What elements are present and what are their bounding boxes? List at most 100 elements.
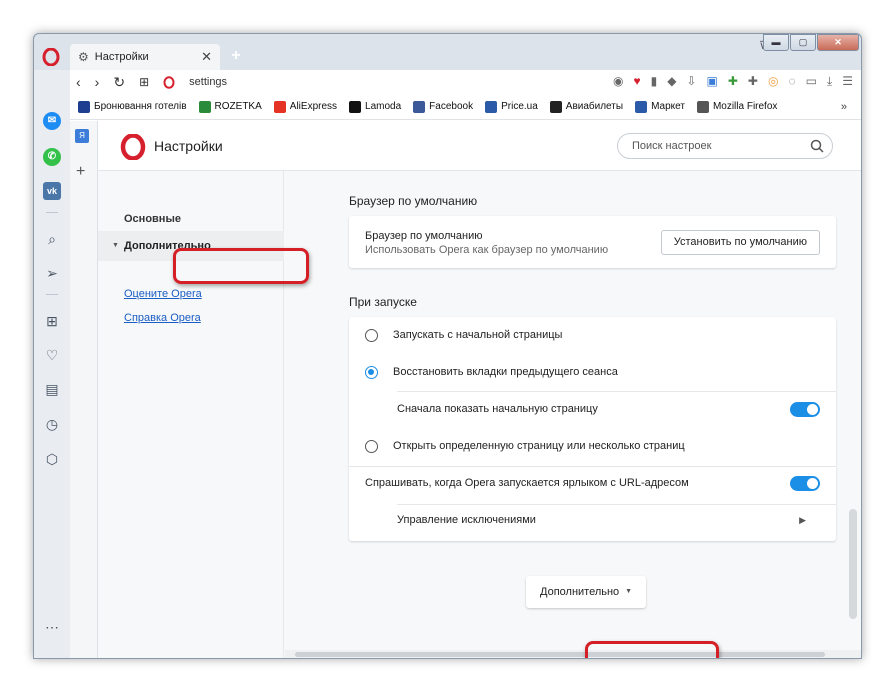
radio-home[interactable] bbox=[365, 329, 378, 342]
opera-sidebar: ✉ ✆ vk ⌕ ➢ ⊞ ♡ ▤ ◷ ⬡ ⋯ bbox=[34, 70, 70, 658]
maximize-button[interactable]: ▢ bbox=[790, 34, 816, 51]
settings-nav: Основные ▼ Дополнительно Оцените Opera С… bbox=[98, 171, 284, 658]
bookmarks-more-icon[interactable]: » bbox=[841, 101, 847, 113]
url-input[interactable]: settings bbox=[189, 76, 227, 88]
heart-icon[interactable]: ♡ bbox=[43, 346, 61, 364]
bookmark-item[interactable]: Mozilla Firefox bbox=[696, 100, 778, 113]
lamoda-icon bbox=[349, 100, 362, 113]
cart-icon bbox=[635, 100, 648, 113]
puzzle-gray-icon[interactable]: ✚ bbox=[748, 74, 758, 89]
new-tab-button[interactable]: + bbox=[228, 48, 244, 64]
scroll-thumb[interactable] bbox=[295, 652, 825, 657]
ask-shortcut-label: Спрашивать, когда Opera запускается ярлы… bbox=[365, 477, 689, 489]
startup-card: Запускать с начальной страницы Восстанов… bbox=[349, 317, 836, 541]
manage-exceptions-row[interactable]: Управление исключениями ▶ bbox=[349, 502, 836, 539]
vpn-icon[interactable]: ◎ bbox=[768, 74, 778, 89]
radio-specific[interactable] bbox=[365, 440, 378, 453]
bookmark-item[interactable]: Price.ua bbox=[485, 100, 538, 113]
opera-menu-icon[interactable] bbox=[42, 48, 60, 66]
bookmark-label: Маркет bbox=[651, 101, 685, 112]
close-window-button[interactable]: ✕ bbox=[817, 34, 859, 51]
extensions-icon[interactable]: ⬡ bbox=[43, 450, 61, 468]
nav-basic[interactable]: Основные bbox=[124, 213, 181, 225]
messenger-icon[interactable]: ✉ bbox=[43, 112, 61, 130]
vertical-scrollbar[interactable] bbox=[849, 509, 857, 619]
tabs-overview-icon[interactable]: ⊞ bbox=[139, 75, 149, 89]
startup-option-restore[interactable]: Восстановить вкладки предыдущего сеанса bbox=[349, 354, 836, 391]
back-icon[interactable]: ‹ bbox=[76, 74, 81, 90]
horizontal-scrollbar[interactable] bbox=[285, 650, 861, 658]
screen-icon[interactable]: ▭ bbox=[806, 74, 817, 89]
bookmark-label: Price.ua bbox=[501, 101, 538, 112]
toolbar-icons: ◉ ♥ ▮ ◆ ⇩ ▣ ✚ ✚ ◎ ◌ ▭ ⤓ ☰ bbox=[613, 74, 853, 89]
heart-filled-icon[interactable]: ♥ bbox=[633, 74, 640, 89]
puzzle-icon[interactable]: ✚ bbox=[728, 74, 738, 89]
close-tab-icon[interactable]: ✕ bbox=[201, 49, 212, 65]
rate-opera-link[interactable]: Оцените Opera bbox=[124, 288, 202, 300]
ask-shortcut-row[interactable]: Спрашивать, когда Opera запускается ярлы… bbox=[349, 465, 836, 502]
translate-icon[interactable]: ▣ bbox=[706, 74, 717, 89]
speed-dial-icon[interactable]: ⊞ bbox=[43, 312, 61, 330]
bookmark-item[interactable]: Бронювання готелів bbox=[78, 100, 187, 113]
vk-icon[interactable]: vk bbox=[43, 182, 61, 200]
bookmark-item[interactable]: Маркет bbox=[635, 100, 685, 113]
startup-sub-option-label: Сначала показать начальную страницу bbox=[397, 403, 598, 415]
opera-help-link[interactable]: Справка Opera bbox=[124, 312, 201, 324]
bookmark-item[interactable]: Lamoda bbox=[349, 100, 401, 113]
search-icon[interactable]: ⌕ bbox=[43, 230, 61, 248]
startup-sub-option[interactable]: Сначала показать начальную страницу bbox=[349, 391, 836, 428]
ask-shortcut-toggle[interactable] bbox=[790, 476, 820, 491]
bookmark-item[interactable]: Авиабилеты bbox=[549, 100, 623, 113]
advanced-button[interactable]: Дополнительно ▼ bbox=[526, 576, 646, 608]
download-arrow-icon[interactable]: ⇩ bbox=[686, 74, 696, 89]
bookmark-label: Mozilla Firefox bbox=[712, 101, 778, 112]
startup-heading: При запуске bbox=[349, 295, 417, 309]
sidebar-divider bbox=[46, 212, 58, 213]
address-bar: ‹ › ↻ ⊞ settings ◉ ♥ ▮ ◆ ⇩ ▣ ✚ ✚ ◎ ◌ ▭ ⤓… bbox=[70, 70, 861, 94]
page-title: Настройки bbox=[154, 138, 223, 154]
bookmark-label: Facebook bbox=[429, 101, 474, 112]
sg-extension-icon[interactable]: ◆ bbox=[667, 74, 676, 89]
camera-icon[interactable]: ◉ bbox=[613, 74, 623, 89]
plane-icon bbox=[549, 100, 562, 113]
chat-icon[interactable]: ◌ bbox=[788, 74, 795, 89]
whatsapp-icon[interactable]: ✆ bbox=[43, 148, 61, 166]
more-icon[interactable]: ⋯ bbox=[43, 618, 61, 636]
startup-option-home-label: Запускать с начальной страницы bbox=[393, 329, 563, 341]
bookmark-item[interactable]: ROZETKA bbox=[198, 100, 262, 113]
triangle-down-icon: ▼ bbox=[112, 242, 119, 249]
bookmark-item[interactable]: Facebook bbox=[413, 100, 474, 113]
opera-logo-icon bbox=[120, 134, 146, 160]
facebook-icon bbox=[413, 100, 426, 113]
show-start-page-toggle[interactable] bbox=[790, 402, 820, 417]
startup-option-home[interactable]: Запускать с начальной страницы bbox=[349, 317, 836, 354]
radio-restore[interactable] bbox=[365, 366, 378, 379]
settings-search-input[interactable]: Поиск настроек bbox=[617, 133, 833, 159]
default-browser-heading: Браузер по умолчанию bbox=[349, 194, 478, 208]
gear-icon: ⚙ bbox=[78, 50, 89, 64]
translate-extension-icon[interactable]: Я bbox=[75, 129, 89, 143]
startup-option-specific[interactable]: Открыть определенную страницу или нескол… bbox=[349, 428, 836, 465]
downloads-icon[interactable]: ⤓ bbox=[827, 74, 832, 89]
bookmark-item[interactable]: AliExpress bbox=[273, 100, 337, 113]
add-icon[interactable]: + bbox=[76, 163, 85, 181]
nav-advanced[interactable]: ▼ Дополнительно bbox=[98, 231, 284, 261]
opera-url-icon bbox=[163, 75, 175, 89]
tab-settings[interactable]: ⚙ Настройки ✕ bbox=[70, 44, 220, 70]
news-icon[interactable]: ▤ bbox=[43, 380, 61, 398]
easy-setup-icon[interactable]: ☰ bbox=[842, 74, 853, 89]
browser-main: ‹ › ↻ ⊞ settings ◉ ♥ ▮ ◆ ⇩ ▣ ✚ ✚ ◎ ◌ ▭ ⤓… bbox=[70, 70, 861, 658]
priceua-icon bbox=[485, 100, 498, 113]
history-icon[interactable]: ◷ bbox=[43, 415, 61, 433]
forward-icon[interactable]: › bbox=[95, 74, 100, 90]
set-default-button[interactable]: Установить по умолчанию bbox=[660, 230, 820, 255]
folder-icon bbox=[696, 100, 709, 113]
bookmark-label: ROZETKA bbox=[214, 101, 262, 112]
extension-icon[interactable]: ▮ bbox=[651, 74, 658, 89]
search-icon[interactable] bbox=[810, 139, 824, 153]
reload-icon[interactable]: ↻ bbox=[113, 74, 125, 91]
send-icon[interactable]: ➢ bbox=[43, 264, 61, 282]
minimize-button[interactable]: ▬ bbox=[763, 34, 789, 51]
rozetka-icon bbox=[198, 100, 211, 113]
nav-advanced-label: Дополнительно bbox=[124, 240, 211, 252]
